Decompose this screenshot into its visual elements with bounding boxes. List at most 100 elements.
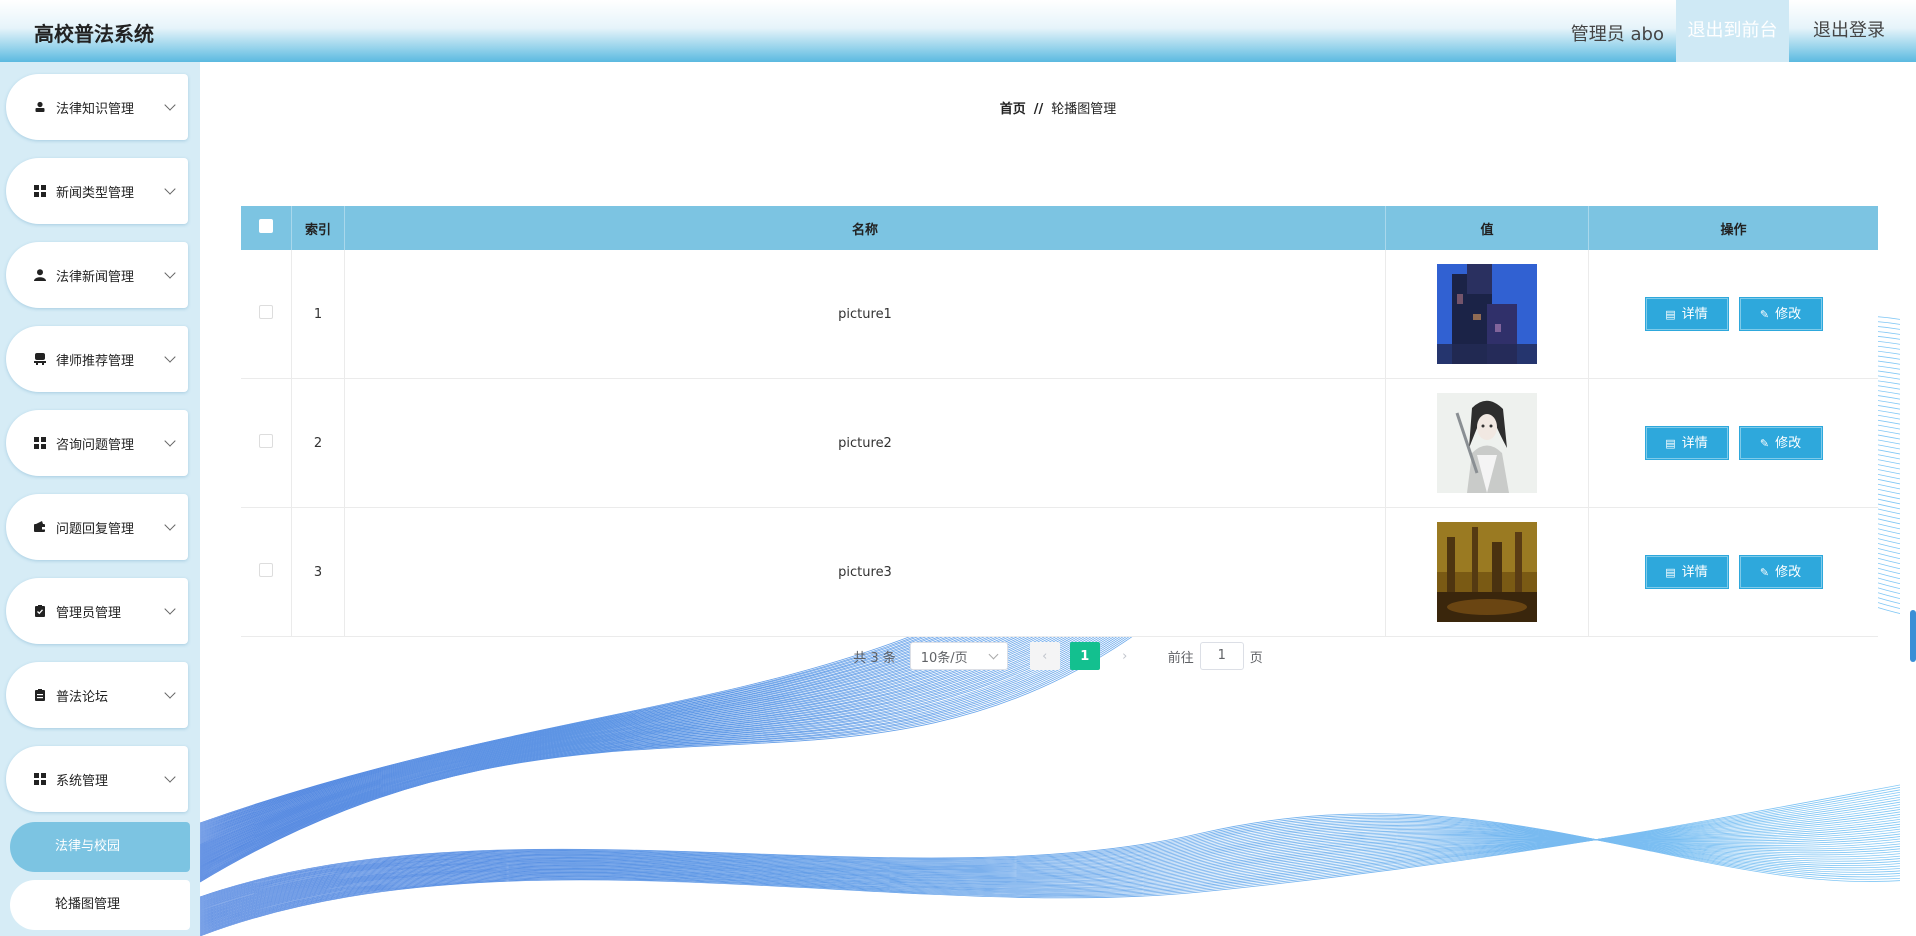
page-size-value: 10条/页 (920, 650, 968, 666)
breadcrumb-home[interactable]: 首页 (1000, 102, 1026, 117)
pagination-total: 共 3 条 (853, 650, 896, 666)
wallet-icon (34, 521, 46, 533)
table-header-row: 索引 名称 值 操作 (241, 206, 1878, 250)
clipboard-icon (34, 689, 46, 701)
breadcrumb-separator: // (1033, 102, 1044, 117)
chevron-down-icon (164, 519, 176, 531)
row-checkbox[interactable] (259, 434, 273, 448)
prev-page-button[interactable]: ‹ (1029, 642, 1060, 670)
row-image-cell (1385, 250, 1589, 379)
row-image-cell (1385, 507, 1589, 637)
pencil-icon: ✎ (1759, 437, 1770, 450)
chevron-down-icon (164, 603, 176, 615)
sidebar-subitem-carousel[interactable]: 轮播图管理 (10, 880, 190, 930)
sidebar-item-label: 普法论坛 (56, 689, 109, 705)
row-name: picture3 (344, 507, 1386, 637)
breadcrumb-current: 轮播图管理 (1051, 102, 1117, 117)
sidebar-item-forum[interactable]: 普法论坛 (6, 662, 188, 728)
pencil-icon: ✎ (1759, 566, 1770, 579)
chevron-down-icon (164, 687, 176, 699)
logout-button[interactable]: 退出登录 (1789, 0, 1909, 62)
row-actions: ▤ 详情 ✎ 修改 (1588, 250, 1878, 379)
pencil-icon: ✎ (1759, 308, 1770, 321)
next-page-button[interactable]: › (1110, 642, 1140, 670)
chevron-down-icon (164, 351, 176, 363)
detail-button[interactable]: ▤ 详情 (1644, 426, 1729, 460)
select-all-checkbox[interactable] (259, 219, 273, 233)
row-actions: ▤ 详情 ✎ 修改 (1588, 378, 1878, 508)
top-bar: 高校普法系统 管理员 abo 退出到前台 退出登录 (0, 0, 1916, 62)
column-header-index: 索引 (291, 206, 345, 250)
sidebar-item-system[interactable]: 系统管理 (6, 746, 188, 812)
row-name: picture1 (344, 250, 1386, 379)
dark-blue-city-thumbnail[interactable] (1437, 264, 1537, 364)
sidebar-item-news-type[interactable]: 新闻类型管理 (6, 158, 188, 224)
detail-button[interactable]: ▤ 详情 (1644, 555, 1729, 589)
main-content: 首页 // 轮播图管理 索引 名称 值 操作 1 picture1 ▤ 详情 ✎ 修… (200, 62, 1916, 936)
edit-button-label: 修改 (1775, 436, 1802, 451)
document-icon: ▤ (1665, 566, 1676, 579)
sidebar-item-law-knowledge[interactable]: 法律知识管理 (6, 74, 188, 140)
user-icon (34, 269, 46, 281)
sidebar-item-reply[interactable]: 问题回复管理 (6, 494, 188, 560)
row-name: picture2 (344, 378, 1386, 508)
clipboard-check-icon (34, 605, 46, 617)
row-checkbox[interactable] (259, 563, 273, 577)
detail-button-label: 详情 (1681, 436, 1708, 451)
row-index: 2 (291, 378, 345, 508)
chevron-down-icon (164, 99, 176, 111)
row-index: 1 (291, 250, 345, 379)
sidebar-item-label: 法律新闻管理 (56, 269, 135, 285)
page-number-current[interactable]: 1 (1069, 642, 1100, 670)
column-header-name: 名称 (344, 206, 1386, 250)
sidebar-item-label: 律师推荐管理 (56, 353, 135, 369)
sidebar-item-label: 管理员管理 (56, 605, 122, 621)
table-row: 2 picture2 ▤ 详情 ✎ 修改 (241, 378, 1878, 508)
edit-button[interactable]: ✎ 修改 (1738, 426, 1823, 460)
sidebar-item-label: 系统管理 (56, 773, 109, 789)
table-row: 3 picture3 ▤ 详情 ✎ 修改 (241, 507, 1878, 637)
goto-prefix: 前往 (1167, 650, 1194, 666)
row-image-cell (1385, 378, 1589, 508)
row-actions: ▤ 详情 ✎ 修改 (1588, 507, 1878, 637)
chevron-down-icon (164, 183, 176, 195)
breadcrumb: 首页 // 轮播图管理 (200, 98, 1916, 117)
sidebar-item-label: 咨询问题管理 (56, 437, 135, 453)
scrollbar-thumb[interactable] (1910, 610, 1916, 662)
detail-button-label: 详情 (1681, 307, 1708, 322)
chevron-down-icon (164, 435, 176, 447)
golden-ruins-thumbnail[interactable] (1437, 522, 1537, 622)
sidebar-item-consult[interactable]: 咨询问题管理 (6, 410, 188, 476)
grid-icon (34, 773, 46, 785)
edit-button-label: 修改 (1775, 307, 1802, 322)
anime-character-thumbnail[interactable] (1437, 393, 1537, 493)
sidebar-item-label: 法律知识管理 (56, 101, 135, 117)
edit-button[interactable]: ✎ 修改 (1738, 555, 1823, 589)
column-header-value: 值 (1385, 206, 1589, 250)
sidebar-item-law-news[interactable]: 法律新闻管理 (6, 242, 188, 308)
edit-button-label: 修改 (1775, 565, 1802, 580)
row-checkbox[interactable] (259, 305, 273, 319)
sidebar-item-label: 问题回复管理 (56, 521, 135, 537)
chevron-down-icon (164, 771, 176, 783)
row-checkbox-cell (241, 378, 292, 508)
back-to-frontend-button[interactable]: 退出到前台 (1676, 0, 1789, 62)
person-icon (34, 101, 46, 113)
page-size-select[interactable]: 10条/页 (909, 642, 1008, 670)
grid-icon (34, 437, 46, 449)
table-row: 1 picture1 ▤ 详情 ✎ 修改 (241, 250, 1878, 379)
select-all-cell (241, 206, 292, 250)
sidebar-subitem-law-campus[interactable]: 法律与校园 (10, 822, 190, 872)
edit-button[interactable]: ✎ 修改 (1738, 297, 1823, 331)
admin-label: 管理员 abo (1570, 24, 1664, 45)
goto-suffix: 页 (1249, 650, 1263, 666)
detail-button[interactable]: ▤ 详情 (1644, 297, 1729, 331)
sidebar-item-admin[interactable]: 管理员管理 (6, 578, 188, 644)
detail-button-label: 详情 (1681, 565, 1708, 580)
chevron-down-icon (164, 267, 176, 279)
sidebar-item-lawyer[interactable]: 律师推荐管理 (6, 326, 188, 392)
goto-page-input[interactable]: 1 (1199, 642, 1244, 670)
row-checkbox-cell (241, 250, 292, 379)
sidebar-item-label: 新闻类型管理 (56, 185, 135, 201)
app-title: 高校普法系统 (34, 22, 154, 46)
